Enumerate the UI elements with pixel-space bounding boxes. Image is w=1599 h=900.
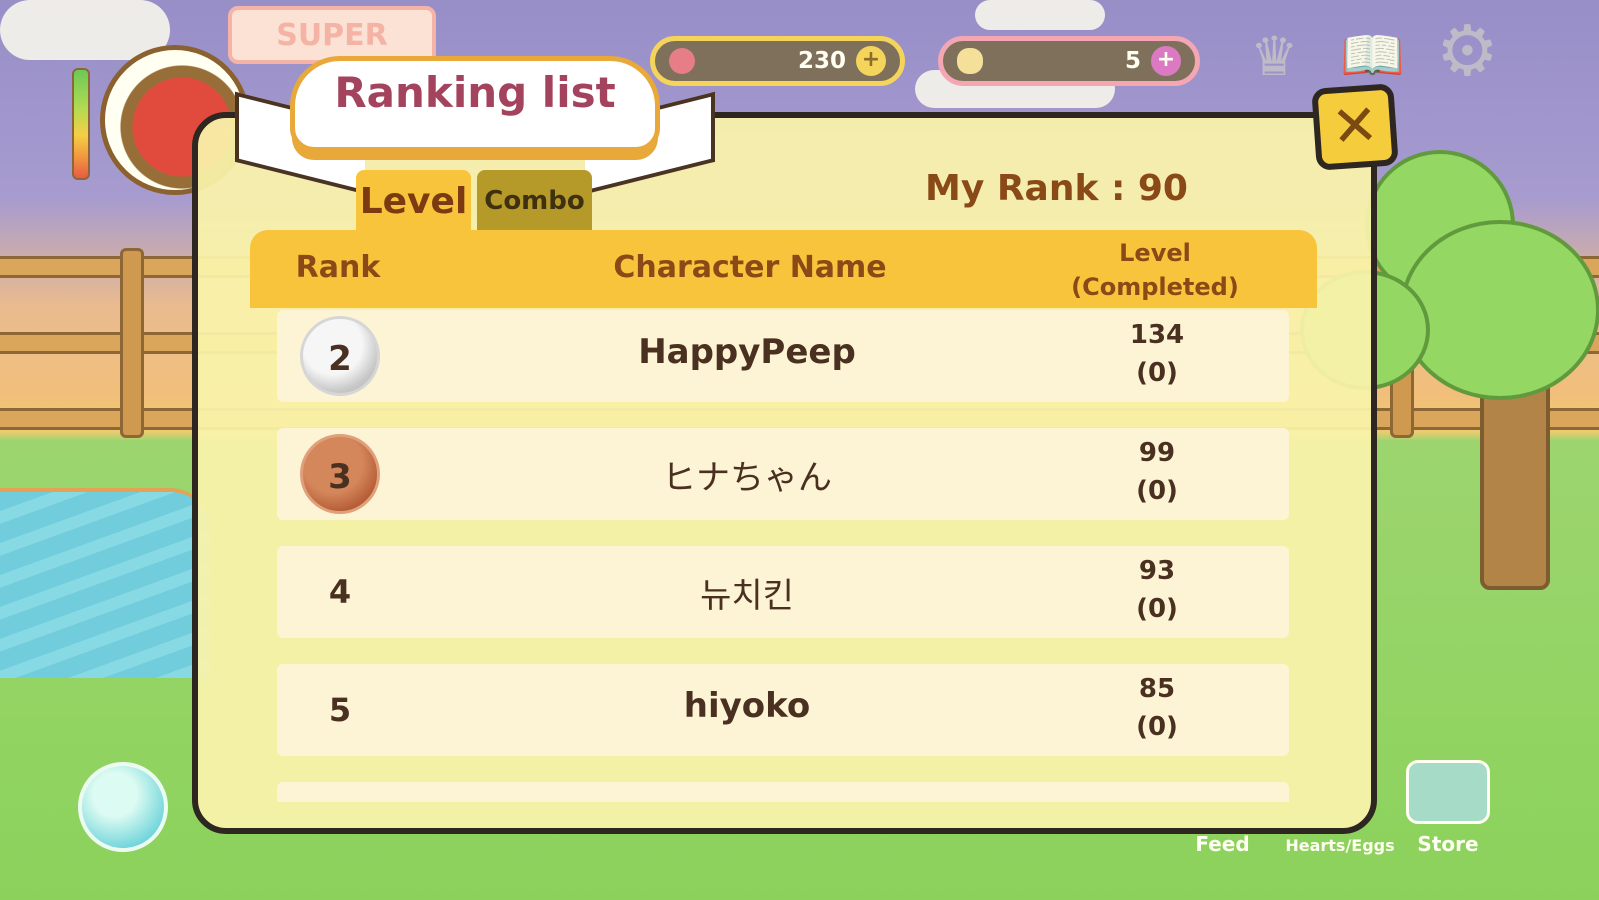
character-level: 134 (0): [1097, 316, 1217, 392]
column-level-line1: Level: [1119, 239, 1191, 267]
character-name: ヒナちゃん: [662, 458, 832, 498]
ranking-list[interactable]: 2 HappyPeep 134 (0) 3 ヒナちゃん 99 (0) 4 뉴치킨…: [277, 310, 1289, 802]
title-ribbon: Ranking list: [235, 50, 715, 195]
tab-combo[interactable]: Combo: [477, 170, 592, 232]
table-row[interactable]: 2 HappyPeep 134 (0): [277, 310, 1289, 402]
my-rank: My Rank : 90: [925, 168, 1188, 209]
completed-value: (0): [1136, 594, 1178, 624]
panel-title: Ranking list: [334, 68, 616, 117]
level-value: 85: [1138, 674, 1176, 704]
character-name: HappyPeep: [638, 332, 856, 372]
completed-value: (0): [1136, 358, 1178, 388]
character-level: 85 (0): [1097, 670, 1217, 746]
rank-number: 5: [328, 691, 352, 729]
level-value: 99: [1138, 438, 1176, 468]
completed-value: (0): [1136, 712, 1178, 742]
character-name: hiyoko: [683, 686, 811, 726]
level-value: 93: [1138, 556, 1176, 586]
table-row[interactable]: 5 hiyoko 85 (0): [277, 664, 1289, 756]
column-rank: Rank: [295, 250, 381, 285]
character-level: 99 (0): [1097, 434, 1217, 510]
table-header: Rank Character Name Level (Completed): [250, 230, 1317, 308]
column-level-line2: (Completed): [1071, 273, 1239, 301]
rank-medal-bronze: 3: [300, 434, 380, 514]
rank-number: 4: [328, 573, 352, 611]
table-row[interactable]: 4 뉴치킨 93 (0): [277, 546, 1289, 638]
rank-medal-silver: 2: [300, 316, 380, 396]
tab-level[interactable]: Level: [356, 170, 471, 232]
character-level: 93 (0): [1097, 552, 1217, 628]
close-icon: ✕: [1329, 92, 1381, 161]
character-name: 뉴치킨: [700, 576, 794, 616]
table-row[interactable]: 3 ヒナちゃん 99 (0): [277, 428, 1289, 520]
level-value: 134: [1129, 320, 1185, 350]
table-row-partial[interactable]: [277, 782, 1289, 802]
column-level: Level (Completed): [1050, 236, 1260, 304]
column-character-name: Character Name: [613, 250, 887, 285]
close-button[interactable]: ✕: [1311, 83, 1399, 171]
completed-value: (0): [1136, 476, 1178, 506]
